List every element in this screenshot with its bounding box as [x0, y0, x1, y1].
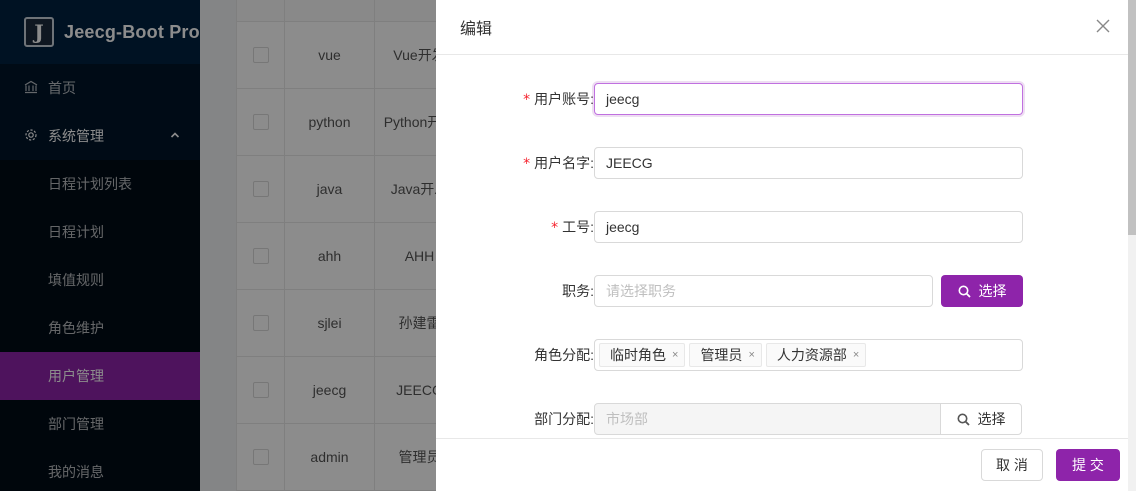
scrollbar-thumb[interactable]: [1128, 0, 1136, 235]
form-row-realname: * 用户名字: JEECG: [436, 147, 1023, 179]
workno-label: * 工号:: [436, 217, 594, 237]
drawer-title: 编辑: [460, 21, 493, 38]
search-icon: [957, 413, 970, 426]
post-label: 职务:: [562, 283, 594, 299]
username-label: * 用户账号:: [436, 89, 594, 109]
depart-input: 市场部: [594, 403, 941, 435]
form-row-username: * 用户账号: jeecg: [436, 83, 1023, 115]
realname-input[interactable]: JEECG: [594, 147, 1023, 179]
close-icon[interactable]: [1096, 17, 1110, 37]
label-text: 用户账号:: [534, 91, 594, 107]
form-row-post: 职务: 请选择职务 选择: [436, 275, 1023, 307]
depart-label: 部门分配:: [534, 411, 594, 427]
username-input[interactable]: jeecg: [594, 83, 1023, 115]
close-icon[interactable]: ×: [853, 349, 859, 361]
post-input[interactable]: 请选择职务: [594, 275, 933, 307]
form-row-depart: 部门分配: 市场部 选择: [436, 403, 1022, 435]
tag-label: 人力资源部: [776, 347, 847, 363]
close-icon[interactable]: ×: [672, 349, 678, 361]
button-label: 选择: [977, 411, 1006, 427]
role-tag: 临时角色 ×: [599, 343, 686, 367]
form-row-roles: 角色分配: 临时角色 × 管理员 × 人力资源部 ×: [436, 339, 1023, 371]
form-row-workno: * 工号: jeecg: [436, 211, 1023, 243]
submit-button[interactable]: 提 交: [1056, 449, 1120, 481]
tag-label: 管理员: [700, 347, 743, 363]
drawer-header: 编辑: [436, 0, 1136, 55]
label-text: 工号:: [562, 219, 594, 235]
roles-label: 角色分配:: [534, 347, 594, 363]
required-mark: *: [523, 92, 531, 108]
workno-input[interactable]: jeecg: [594, 211, 1023, 243]
search-icon: [958, 285, 971, 298]
role-tag: 管理员 ×: [689, 343, 762, 367]
post-select-button[interactable]: 选择: [941, 275, 1023, 307]
required-mark: *: [523, 156, 531, 172]
required-mark: *: [551, 220, 559, 236]
drawer-footer: 取 消 提 交: [436, 438, 1136, 491]
label-text: 用户名字:: [534, 155, 594, 171]
depart-select-button[interactable]: 选择: [940, 403, 1022, 435]
realname-label: * 用户名字:: [436, 153, 594, 173]
cancel-button[interactable]: 取 消: [981, 449, 1043, 481]
roles-multiselect[interactable]: 临时角色 × 管理员 × 人力资源部 ×: [594, 339, 1023, 371]
edit-drawer: 编辑 * 用户账号: jeecg * 用户名字: JEECG * 工号: jeecg …: [436, 0, 1136, 491]
role-tag: 人力资源部 ×: [765, 343, 867, 367]
close-icon[interactable]: ×: [748, 349, 754, 361]
tag-label: 临时角色: [610, 347, 666, 363]
button-label: 选择: [978, 283, 1007, 299]
